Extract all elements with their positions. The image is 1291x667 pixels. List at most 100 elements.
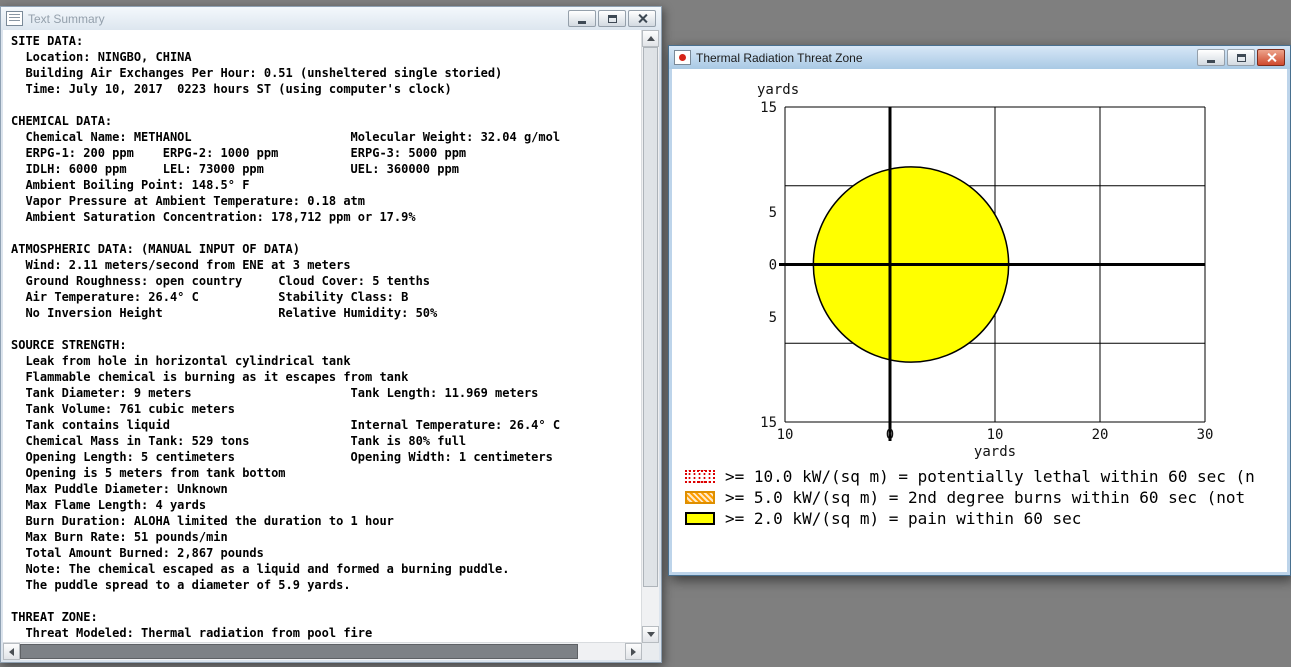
summary-line: The puddle spread to a diameter of 5.9 y… — [11, 578, 351, 592]
summary-line: IDLH: 6000 ppm LEL: 73000 ppm UEL: 36000… — [11, 162, 459, 176]
summary-line: SOURCE STRENGTH: — [11, 338, 127, 352]
summary-line: SITE DATA: — [11, 34, 84, 48]
summary-line: CHEMICAL DATA: — [11, 114, 113, 128]
summary-line: THREAT ZONE: — [11, 610, 98, 624]
threat-zone-titlebar[interactable]: Thermal Radiation Threat Zone — [669, 46, 1290, 69]
svg-text:yards: yards — [757, 82, 799, 98]
summary-line: Location: NINGBO, CHINA — [11, 50, 192, 64]
arrow-down-icon — [646, 632, 655, 637]
summary-line: Ambient Boiling Point: 148.5° F — [11, 178, 250, 192]
horizontal-scrollbar[interactable] — [3, 642, 642, 660]
summary-line: Air Temperature: 26.4° C Stability Class… — [11, 290, 409, 304]
legend-item: >= 5.0 kW/(sq m) = 2nd degree burns with… — [685, 487, 1287, 508]
summary-line: Burn Duration: ALOHA limited the duratio… — [11, 514, 394, 528]
legend-item: >= 10.0 kW/(sq m) = potentially lethal w… — [685, 466, 1287, 487]
scroll-up-button[interactable] — [642, 30, 659, 47]
threat-zone-window: Thermal Radiation Threat Zone 10 0 10 20 30 1… — [668, 45, 1291, 576]
svg-text:10: 10 — [777, 427, 794, 443]
summary-line: Ambient Saturation Concentration: 178,71… — [11, 210, 416, 224]
svg-text:yards: yards — [974, 444, 1016, 459]
close-button[interactable] — [628, 10, 656, 27]
close-button[interactable] — [1257, 49, 1285, 66]
text-summary-window-title: Text Summary — [28, 11, 105, 26]
maximize-button[interactable] — [598, 10, 626, 27]
arrow-right-icon — [631, 647, 636, 656]
svg-text:20: 20 — [1092, 427, 1109, 443]
text-summary-window-icon[interactable] — [6, 11, 23, 26]
minimize-button[interactable] — [1197, 49, 1225, 66]
svg-text:0: 0 — [886, 427, 894, 443]
legend-label: >= 5.0 kW/(sq m) = 2nd degree burns with… — [725, 488, 1246, 507]
text-summary-client-area: SITE DATA: Location: NINGBO, CHINA Build… — [3, 30, 659, 660]
summary-line: Max Flame Length: 4 yards — [11, 498, 207, 512]
window-controls — [1197, 49, 1285, 66]
legend-label: >= 2.0 kW/(sq m) = pain within 60 sec — [725, 509, 1082, 528]
close-icon — [637, 13, 648, 24]
summary-line — [11, 225, 642, 241]
vertical-scroll-thumb[interactable] — [643, 47, 658, 587]
summary-text-pane: SITE DATA: Location: NINGBO, CHINA Build… — [3, 30, 642, 643]
legend-swatch-red-dotted — [685, 470, 715, 483]
maximize-icon — [607, 14, 617, 23]
summary-line: Opening is 5 meters from tank bottom — [11, 466, 286, 480]
svg-text:5: 5 — [769, 310, 777, 326]
summary-line: ATMOSPHERIC DATA: (MANUAL INPUT OF DATA) — [11, 242, 300, 256]
horizontal-scroll-thumb[interactable] — [20, 644, 578, 659]
svg-text:0: 0 — [769, 258, 777, 274]
svg-text:15: 15 — [760, 415, 777, 431]
legend-swatch-yellow-solid — [685, 512, 715, 525]
threat-zone-window-icon[interactable] — [674, 50, 691, 65]
summary-line: Note: The chemical escaped as a liquid a… — [11, 562, 510, 576]
scrollbar-corner — [642, 643, 659, 660]
summary-line: Leak from hole in horizontal cylindrical… — [11, 354, 351, 368]
close-icon — [1266, 52, 1277, 63]
summary-line: No Inversion Height Relative Humidity: 5… — [11, 306, 438, 320]
svg-text:15: 15 — [760, 100, 777, 116]
minimize-icon — [578, 20, 586, 24]
summary-line: Threat Modeled: Thermal radiation from p… — [11, 626, 373, 640]
scroll-right-button[interactable] — [625, 643, 642, 660]
threat-dot-icon — [679, 54, 686, 61]
summary-line: Time: July 10, 2017 0223 hours ST (using… — [11, 82, 452, 96]
scroll-down-button[interactable] — [642, 626, 659, 643]
svg-text:5: 5 — [769, 205, 777, 221]
threat-zone-chart: 10 0 10 20 30 15 5 0 5 15 yards yards — [757, 82, 1214, 460]
summary-line: Chemical Name: METHANOL Molecular Weight… — [11, 130, 561, 144]
summary-line: Vapor Pressure at Ambient Temperature: 0… — [11, 194, 366, 208]
summary-line: Max Puddle Diameter: Unknown — [11, 482, 228, 496]
arrow-up-icon — [646, 36, 655, 41]
summary-line: ERPG-1: 200 ppm ERPG-2: 1000 ppm ERPG-3:… — [11, 146, 467, 160]
summary-line — [11, 321, 642, 337]
text-summary-window: Text Summary SITE DATA: Location: NINGBO… — [0, 6, 662, 663]
svg-text:10: 10 — [987, 427, 1004, 443]
document-icon — [9, 14, 20, 22]
svg-text:30: 30 — [1197, 427, 1214, 443]
legend: >= 10.0 kW/(sq m) = potentially lethal w… — [672, 466, 1287, 529]
summary-line: Max Burn Rate: 51 pounds/min — [11, 530, 228, 544]
summary-line: Ground Roughness: open country Cloud Cov… — [11, 274, 431, 288]
summary-line: Chemical Mass in Tank: 529 tons Tank is … — [11, 434, 467, 448]
summary-line: Tank Diameter: 9 meters Tank Length: 11.… — [11, 386, 539, 400]
summary-line: Tank contains liquid Internal Temperatur… — [11, 418, 561, 432]
minimize-button[interactable] — [568, 10, 596, 27]
desktop: { "desktop": { "background": "#7f7f7f" }… — [0, 0, 1291, 667]
legend-item: >= 2.0 kW/(sq m) = pain within 60 sec — [685, 508, 1287, 529]
maximize-icon — [1236, 53, 1246, 62]
summary-line: Wind: 2.11 meters/second from ENE at 3 m… — [11, 258, 351, 272]
vertical-scrollbar[interactable] — [641, 30, 659, 643]
summary-line: Flammable chemical is burning as it esca… — [11, 370, 409, 384]
summary-line: Building Air Exchanges Per Hour: 0.51 (u… — [11, 66, 503, 80]
minimize-icon — [1207, 59, 1215, 63]
summary-line: Opening Length: 5 centimeters Opening Wi… — [11, 450, 553, 464]
arrow-left-icon — [9, 647, 14, 656]
summary-line — [11, 593, 642, 609]
scroll-left-button[interactable] — [3, 643, 20, 660]
threat-zone-window-title: Thermal Radiation Threat Zone — [696, 50, 863, 65]
text-summary-titlebar[interactable]: Text Summary — [1, 7, 661, 30]
legend-swatch-orange-hatched — [685, 491, 715, 504]
window-controls — [568, 10, 656, 27]
maximize-button[interactable] — [1227, 49, 1255, 66]
threat-zone-client-area: 10 0 10 20 30 15 5 0 5 15 yards yards >= 10.0 kW/(s… — [672, 69, 1287, 572]
summary-line — [11, 97, 642, 113]
legend-label: >= 10.0 kW/(sq m) = potentially lethal w… — [725, 467, 1255, 486]
